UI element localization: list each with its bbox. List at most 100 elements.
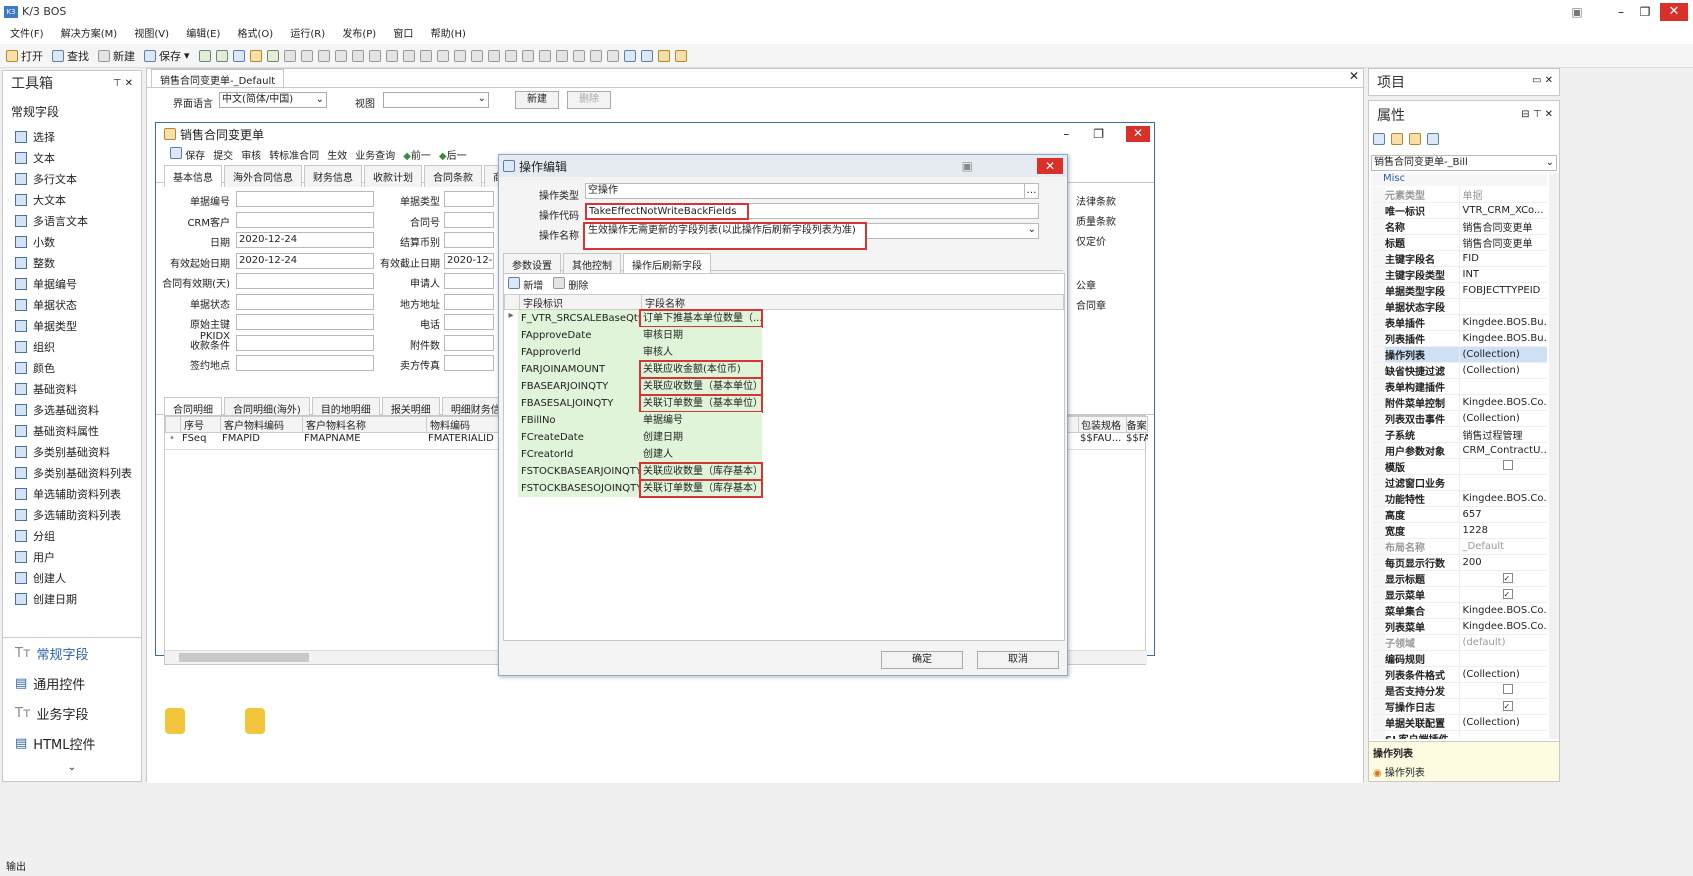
prop-row[interactable]: 列表菜单 Kingdee.BOS.Co...: [1371, 618, 1547, 635]
tab-refresh-fields[interactable]: 操作后刷新字段: [623, 253, 711, 275]
prop-row[interactable]: 单据状态字段: [1371, 298, 1547, 315]
field-row[interactable]: FApproveDate 审核日期: [504, 327, 1064, 344]
toolbox-item[interactable]: 组织: [3, 336, 141, 357]
field-row[interactable]: FBillNo 单据编号: [504, 412, 1064, 429]
toolbox-item[interactable]: 多选辅助资料列表: [3, 504, 141, 525]
database-icon[interactable]: [165, 708, 185, 734]
prop-row[interactable]: SL客户端插件: [1371, 730, 1547, 739]
field-input[interactable]: [236, 314, 374, 330]
prop-row[interactable]: 操作列表 (Collection): [1371, 346, 1547, 363]
form-convert-button[interactable]: 转标准合同: [269, 147, 319, 162]
close-doc-icon[interactable]: ✕: [1349, 69, 1359, 83]
align-icon[interactable]: [538, 49, 551, 62]
col-header[interactable]: 包装规格: [1079, 417, 1126, 432]
undo-icon[interactable]: [283, 49, 296, 62]
prop-row[interactable]: 标题 销售合同变更单: [1371, 234, 1547, 251]
field-row[interactable]: FBASESALJOINQTY 关联订单数量（基本单位）: [504, 394, 1064, 413]
field-input[interactable]: 2020-12-24: [236, 252, 374, 269]
field-input[interactable]: [236, 334, 374, 351]
find-button[interactable]: 查找: [52, 48, 89, 64]
layout-icon[interactable]: [589, 49, 602, 62]
tool-icon[interactable]: [215, 49, 228, 62]
prop-row[interactable]: 主键字段名 FID: [1371, 250, 1547, 267]
restore-button[interactable]: ❐: [1634, 4, 1656, 20]
layout-icon[interactable]: [555, 49, 568, 62]
col-header[interactable]: 备案: [1125, 417, 1147, 432]
prop-row[interactable]: 表单构建插件: [1371, 378, 1547, 395]
vertical-scrollbar[interactable]: [1549, 173, 1559, 739]
field-input[interactable]: [444, 334, 494, 351]
prop-row[interactable]: 过滤窗口业务: [1371, 474, 1547, 491]
align-icon[interactable]: [504, 49, 517, 62]
col-header[interactable]: 客户物料编码: [220, 417, 302, 432]
paste-icon[interactable]: [640, 49, 653, 62]
prop-row[interactable]: 表单插件 Kingdee.BOS.Bu...: [1371, 314, 1547, 331]
category-misc[interactable]: Misc: [1371, 173, 1547, 186]
field-input[interactable]: [236, 355, 374, 371]
tool-icon[interactable]: [266, 49, 279, 62]
menu-publish[interactable]: 发布(P): [342, 29, 376, 40]
form-query-button[interactable]: 业务查询: [355, 147, 395, 162]
field-row[interactable]: FBASEARJOINQTY 关联应收数量（基本单位）: [504, 377, 1064, 396]
category-business[interactable]: Tт 业务字段: [3, 698, 141, 728]
clause-checkbox[interactable]: 质量条款: [1076, 213, 1116, 228]
form-prev-button[interactable]: ◆前一: [403, 147, 431, 162]
menu-window[interactable]: 窗口: [393, 29, 413, 40]
toolbox-item[interactable]: 大文本: [3, 189, 141, 210]
open-button[interactable]: 打开: [6, 48, 43, 64]
dialog-close-button[interactable]: ✕: [1037, 158, 1063, 174]
field-input[interactable]: [444, 273, 494, 289]
op-type-field[interactable]: 空操作…: [585, 183, 1039, 199]
form-submit-button[interactable]: 提交: [213, 147, 233, 162]
tools-icon[interactable]: [674, 49, 687, 62]
align-icon[interactable]: [487, 49, 500, 62]
redo-icon[interactable]: [300, 49, 313, 62]
col-header-field-name[interactable]: 字段名称: [641, 295, 763, 310]
prop-row[interactable]: 模版: [1371, 458, 1547, 475]
col-header-field-id[interactable]: 字段标识: [519, 295, 641, 310]
window-switch-icon[interactable]: ▣: [962, 159, 973, 173]
window-switch-icon[interactable]: ▣: [1566, 4, 1588, 20]
prop-row[interactable]: 列表双击事件 (Collection): [1371, 410, 1547, 427]
align-icon[interactable]: [453, 49, 466, 62]
toolbox-item[interactable]: 基础资料: [3, 378, 141, 399]
prop-row[interactable]: 菜单集合 Kingdee.BOS.Co...: [1371, 602, 1547, 619]
output-label[interactable]: 输出: [6, 858, 26, 873]
lang-select[interactable]: 中文(简体/中国) ⌄: [219, 92, 327, 108]
prop-row[interactable]: 单据类型字段 FOBJECTTYPEID: [1371, 282, 1547, 299]
prop-row[interactable]: 唯一标识 VTR_CRM_XCo...: [1371, 202, 1547, 219]
prop-row[interactable]: 布局名称 _Default: [1371, 538, 1547, 555]
object-select[interactable]: 销售合同变更单-_Bill ⌄: [1371, 155, 1557, 171]
align-icon[interactable]: [334, 49, 347, 62]
field-input[interactable]: [444, 211, 494, 228]
save-button[interactable]: 保存 ▾: [144, 48, 190, 64]
category-html[interactable]: ▤ HTML控件: [3, 728, 141, 758]
layout-icon[interactable]: [572, 49, 585, 62]
field-input[interactable]: [236, 191, 374, 207]
field-row[interactable]: FSTOCKBASESOJOINQTY 关联订单数量（库存基本）: [504, 479, 1064, 498]
ellipsis-icon[interactable]: …: [1024, 184, 1038, 198]
prop-row[interactable]: 宽度 1228: [1371, 522, 1547, 539]
toolbox-item[interactable]: 单据状态: [3, 294, 141, 315]
prop-row[interactable]: 编码规则: [1371, 650, 1547, 667]
prop-row[interactable]: 用户参数对象 CRM_ContractU...: [1371, 442, 1547, 459]
tool-icon[interactable]: [198, 49, 211, 62]
toolbox-item[interactable]: 基础资料属性: [3, 420, 141, 441]
field-row[interactable]: FARJOINAMOUNT 关联应收金额(本位币): [504, 360, 1064, 379]
field-input[interactable]: 2020-12-24: [236, 232, 374, 248]
field-input[interactable]: [444, 314, 494, 330]
category-common[interactable]: ▤ 通用控件: [3, 668, 141, 698]
menu-file[interactable]: 文件(F): [10, 29, 44, 40]
menu-solution[interactable]: 解决方案(M): [61, 29, 117, 40]
form-save-button[interactable]: 保存: [170, 146, 205, 162]
toolbox-item[interactable]: 单据编号: [3, 273, 141, 294]
align-icon[interactable]: [470, 49, 483, 62]
prop-row[interactable]: 显示菜单 ✓: [1371, 586, 1547, 603]
new-button[interactable]: 新建: [98, 48, 135, 64]
checkbox[interactable]: ✓: [1502, 701, 1513, 711]
toolbox-item[interactable]: 颜色: [3, 357, 141, 378]
field-input[interactable]: 2020-12-2: [444, 252, 494, 269]
delete-button[interactable]: 删除: [553, 276, 588, 292]
field-input[interactable]: [444, 191, 494, 207]
prop-row[interactable]: 主键字段类型 INT: [1371, 266, 1547, 283]
